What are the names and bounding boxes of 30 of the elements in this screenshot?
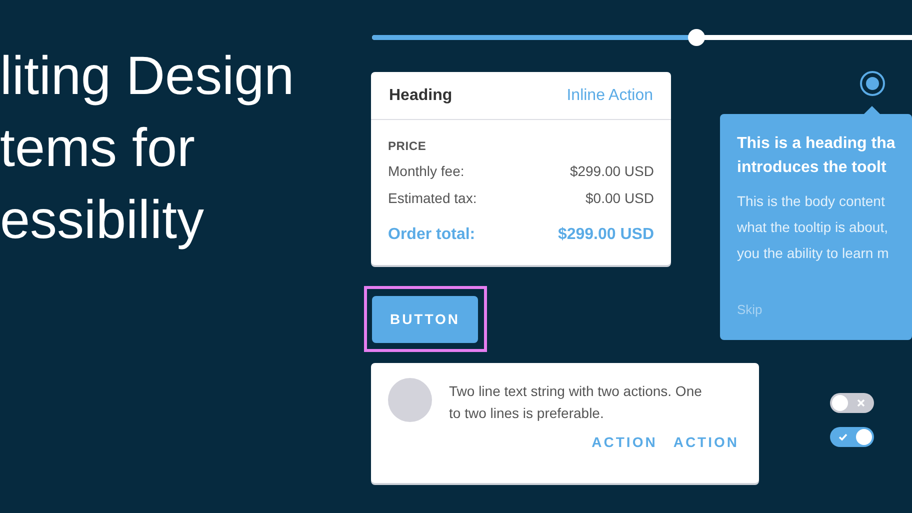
action-button[interactable]: ACTION xyxy=(592,432,658,453)
inline-action-link[interactable]: Inline Action xyxy=(566,84,653,108)
toggle-switch[interactable] xyxy=(830,427,874,447)
price-value: $299.00 USD xyxy=(570,162,654,181)
avatar xyxy=(388,378,432,422)
radio-button[interactable] xyxy=(860,71,885,96)
slider-thumb[interactable] xyxy=(688,29,705,46)
total-value: $299.00 USD xyxy=(558,225,654,245)
check-icon xyxy=(838,432,848,442)
price-label: Estimated tax: xyxy=(388,189,477,208)
tooltip-body: you the ability to learn m xyxy=(737,244,890,263)
tooltip-body: what the tooltip is about, xyxy=(737,218,889,237)
action-button[interactable]: ACTION xyxy=(673,432,739,453)
price-value: $0.00 USD xyxy=(586,189,654,208)
price-label: Monthly fee: xyxy=(388,162,464,181)
tooltip-body: This is the body content xyxy=(737,192,886,211)
section-label: PRICE xyxy=(388,138,428,155)
list-text: Two line text string with two actions. One to two lines is preferable. xyxy=(449,382,703,423)
skip-link[interactable]: Skip xyxy=(737,300,762,320)
tooltip-heading: introduces the toolt xyxy=(737,158,888,178)
total-label: Order total: xyxy=(388,225,476,245)
primary-button[interactable]: BUTTON xyxy=(372,296,478,343)
heading-line: liting Design xyxy=(0,45,294,108)
heading-line: essibility xyxy=(0,189,206,252)
close-icon xyxy=(856,398,866,408)
card-heading: Heading xyxy=(389,86,452,106)
heading-line: tems for xyxy=(0,117,196,180)
slider[interactable] xyxy=(372,29,912,46)
tooltip-heading: This is a heading tha xyxy=(737,134,896,154)
toggle-switch[interactable] xyxy=(830,393,874,413)
